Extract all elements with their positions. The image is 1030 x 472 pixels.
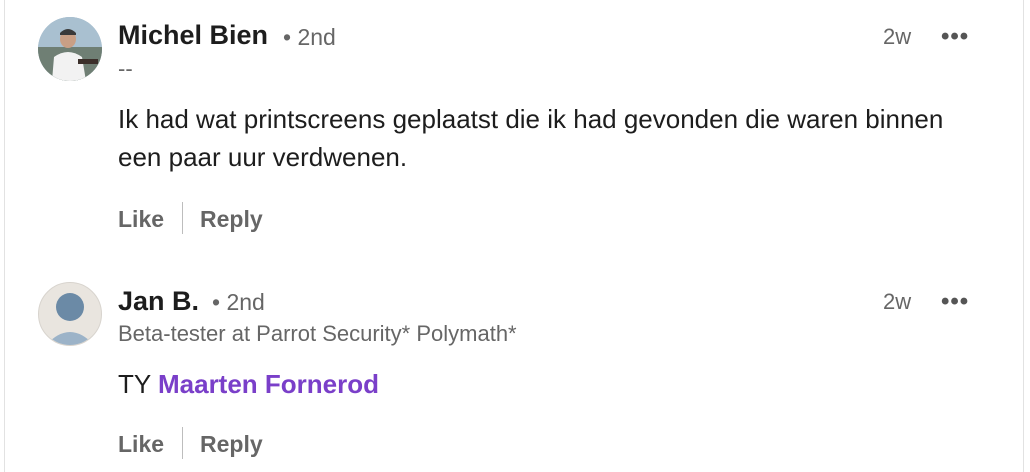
author-name[interactable]: Jan B.: [118, 286, 199, 317]
like-button[interactable]: Like: [118, 206, 164, 233]
connection-degree: • 2nd: [283, 24, 336, 50]
more-options-icon[interactable]: •••: [941, 290, 969, 314]
author-headline: Beta-tester at Parrot Security* Polymath…: [118, 321, 517, 346]
comment-text: TY Maarten Fornerod: [118, 365, 978, 403]
reply-button[interactable]: Reply: [200, 431, 263, 458]
avatar[interactable]: [38, 17, 102, 81]
default-profile-icon: [46, 293, 94, 345]
connection-degree: • 2nd: [212, 289, 265, 315]
comment-text: Ik had wat printscreens geplaatst die ik…: [118, 104, 944, 172]
author-name[interactable]: Michel Bien: [118, 20, 268, 51]
avatar[interactable]: [38, 282, 102, 346]
profile-photo-icon: [38, 17, 102, 81]
author-headline: --: [118, 56, 133, 81]
like-button[interactable]: Like: [118, 431, 164, 458]
mention-link[interactable]: Maarten Fornerod: [158, 369, 379, 399]
timestamp: 2w: [883, 24, 912, 49]
reply-button[interactable]: Reply: [200, 206, 263, 233]
action-divider: [182, 202, 183, 234]
comment-text-prefix: TY: [118, 369, 158, 399]
action-divider: [182, 427, 183, 459]
more-options-icon[interactable]: •••: [941, 25, 969, 49]
timestamp: 2w: [883, 289, 912, 314]
